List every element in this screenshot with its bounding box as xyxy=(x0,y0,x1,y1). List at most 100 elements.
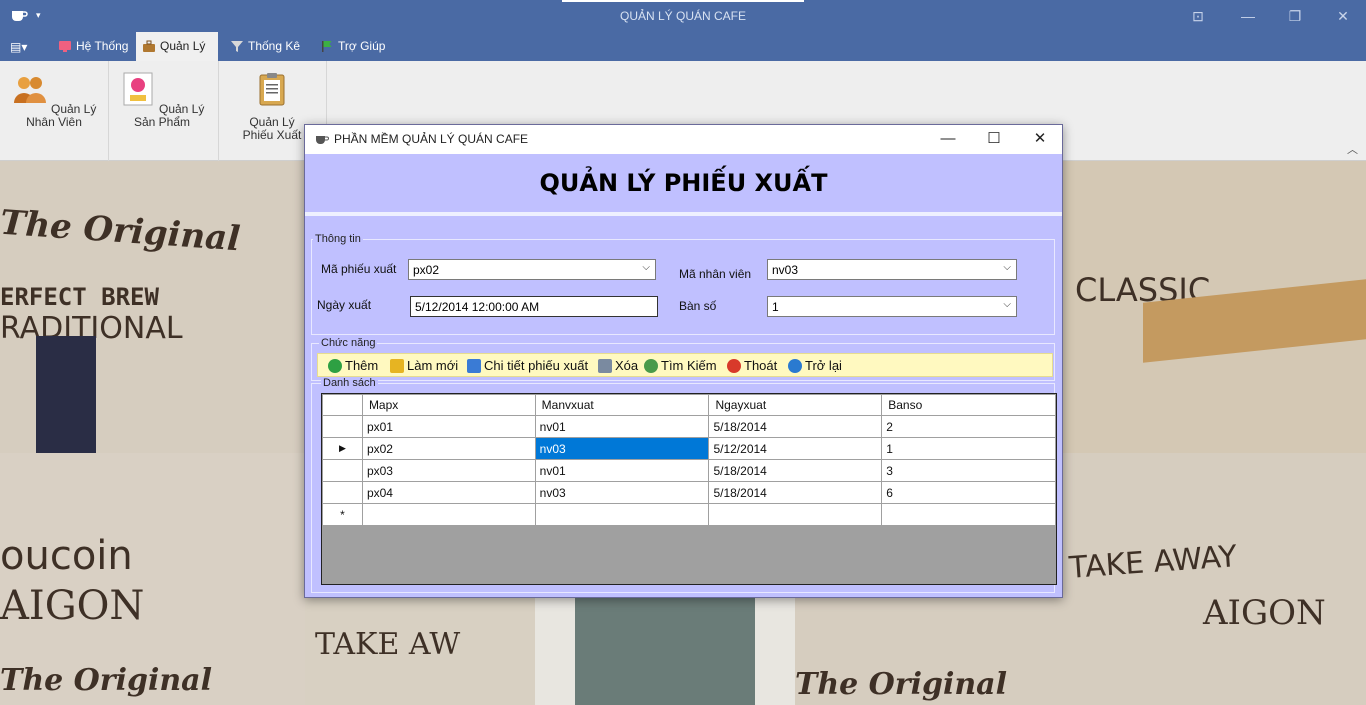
background-text: oucoin xyxy=(0,533,133,579)
background-tile xyxy=(535,597,795,705)
background-tile: The Original ERFECT BREW RADITIONAL xyxy=(0,161,305,453)
tim-kiem-button[interactable]: Tìm Kiếm xyxy=(644,358,717,374)
products-icon xyxy=(123,72,153,106)
cell-ngayxuat[interactable]: 5/18/2014 xyxy=(708,459,883,482)
row-header[interactable] xyxy=(322,415,363,438)
cell-banso[interactable]: 1 xyxy=(881,437,1056,460)
new-row[interactable]: * xyxy=(322,503,1056,526)
combobox-value: 1 xyxy=(772,300,779,314)
cell-mapx[interactable]: px04 xyxy=(361,481,536,504)
list-group-legend: Danh sách xyxy=(321,377,378,389)
background-text: The Original xyxy=(0,663,213,698)
minimize-button[interactable]: — xyxy=(1238,6,1258,26)
ban-so-combobox[interactable]: 1 ⌵ xyxy=(767,296,1017,317)
phieu-xuat-grid[interactable]: Mapx Manvxuat Ngayxuat Banso px01 nv01 5… xyxy=(321,393,1057,585)
row-header[interactable] xyxy=(322,481,363,504)
column-header-ngayxuat[interactable]: Ngayxuat xyxy=(708,394,883,416)
tro-lai-button[interactable]: Trở lại xyxy=(788,358,842,374)
cell-manvxuat[interactable]: nv01 xyxy=(534,459,710,482)
dialog-maximize-button[interactable]: ☐ xyxy=(983,129,1005,149)
cell-manvxuat[interactable]: nv03 xyxy=(534,481,710,504)
table-row[interactable]: px01 nv01 5/18/2014 2 xyxy=(322,415,1056,438)
background-text: ERFECT BREW xyxy=(0,283,159,311)
cell-banso[interactable]: 3 xyxy=(881,459,1056,482)
row-header[interactable] xyxy=(322,459,363,482)
quan-ly-nhan-vien-button[interactable]: Quản Lý Nhân Viên xyxy=(4,67,104,129)
chevron-down-icon[interactable]: ⌵ xyxy=(1003,262,1011,273)
new-cell-ngayxuat[interactable] xyxy=(708,503,883,526)
quan-ly-san-pham-button[interactable]: Quản Lý Sản Phẩm xyxy=(112,67,212,129)
combobox-value: nv03 xyxy=(772,263,799,277)
new-cell-banso[interactable] xyxy=(881,503,1056,526)
close-button[interactable]: ✕ xyxy=(1333,6,1353,26)
cell-ngayxuat[interactable]: 5/18/2014 xyxy=(708,415,883,438)
table-row[interactable]: ▶ px02 nv03 5/12/2014 1 xyxy=(322,437,1056,460)
background-text: TAKE AW xyxy=(315,627,461,662)
undo-icon xyxy=(788,359,802,373)
ma-phieu-xuat-label: Mã phiếu xuất xyxy=(321,262,397,276)
new-row-indicator-icon[interactable]: * xyxy=(322,503,363,526)
ribbon-display-button[interactable]: ⊡ xyxy=(1188,6,1208,26)
exit-icon xyxy=(727,359,741,373)
them-button[interactable]: Thêm xyxy=(328,358,378,374)
xoa-button[interactable]: Xóa xyxy=(598,358,638,374)
chevron-down-icon[interactable]: ⌵ xyxy=(1003,299,1011,310)
function-toolbar: Thêm Làm mới Chi tiết phiếu xuất Xóa Tìm… xyxy=(317,353,1053,377)
current-row-indicator-icon[interactable]: ▶ xyxy=(322,437,363,460)
dialog-heading: QUẢN LÝ PHIẾU XUẤT xyxy=(539,169,828,197)
ngay-xuat-field[interactable]: 5/12/2014 12:00:00 AM xyxy=(410,296,658,317)
phieu-xuat-dialog: PHẦN MỀM QUẢN LÝ QUÁN CAFE — ☐ ✕ QUẢN LÝ… xyxy=(304,124,1063,598)
combobox-value: px02 xyxy=(413,263,440,277)
cell-banso[interactable]: 6 xyxy=(881,481,1056,504)
column-header-banso[interactable]: Banso xyxy=(881,394,1056,416)
cell-mapx[interactable]: px02 xyxy=(361,437,536,460)
field-value: 5/12/2014 12:00:00 AM xyxy=(415,300,540,314)
cell-ngayxuat[interactable]: 5/18/2014 xyxy=(708,481,883,504)
users-icon xyxy=(13,77,46,103)
collapse-ribbon-button[interactable]: ︿ xyxy=(1347,141,1358,157)
background-tile: The Original xyxy=(795,597,1063,705)
table-row[interactable]: px04 nv03 5/18/2014 6 xyxy=(322,481,1056,504)
application-menu-button[interactable]: ▤▾ xyxy=(10,40,27,54)
counter-shape xyxy=(575,597,755,705)
thoat-button[interactable]: Thoát xyxy=(727,358,777,374)
tab-label: Trợ Giúp xyxy=(338,39,386,53)
column-header-manvxuat[interactable]: Manvxuat xyxy=(534,394,710,416)
add-icon xyxy=(328,359,342,373)
cell-ngayxuat[interactable]: 5/12/2014 xyxy=(708,437,883,460)
table-row[interactable]: px03 nv01 5/18/2014 3 xyxy=(322,459,1056,482)
restore-button[interactable]: ❐ xyxy=(1285,6,1305,26)
background-tile: TAKE AWAY AIGON xyxy=(1063,453,1366,705)
cell-manvxuat-selected[interactable]: nv03 xyxy=(534,437,710,460)
dialog-close-button[interactable]: ✕ xyxy=(1029,129,1051,149)
tab-label: Quản Lý xyxy=(160,39,206,53)
lam-moi-button[interactable]: Làm mới xyxy=(390,358,458,374)
tab-quan-ly[interactable]: Quản Lý xyxy=(136,32,218,61)
button-label: Làm mới xyxy=(407,358,459,373)
dialog-minimize-button[interactable]: — xyxy=(937,129,959,149)
ban-so-label: Bàn số xyxy=(679,299,717,313)
cell-banso[interactable]: 2 xyxy=(881,415,1056,438)
tab-he-thong[interactable]: Hệ Thống xyxy=(52,32,134,61)
chevron-down-icon[interactable]: ⌵ xyxy=(642,262,650,273)
cell-mapx[interactable]: px03 xyxy=(361,459,536,482)
ma-phieu-xuat-combobox[interactable]: px02 ⌵ xyxy=(408,259,656,280)
tab-tro-giup[interactable]: Trợ Giúp xyxy=(314,32,396,61)
cell-manvxuat[interactable]: nv01 xyxy=(534,415,710,438)
cell-mapx[interactable]: px01 xyxy=(361,415,536,438)
briefcase-icon xyxy=(143,40,155,52)
info-group-legend: Thông tin xyxy=(313,233,363,245)
tab-thong-ke[interactable]: Thống Kê xyxy=(224,32,306,61)
data-table: Mapx Manvxuat Ngayxuat Banso px01 nv01 5… xyxy=(322,394,1056,526)
window-title: QUẢN LÝ QUÁN CAFE xyxy=(619,9,747,23)
row-header-corner xyxy=(322,394,363,416)
ribbon-tab-bar: ▤▾ Hệ Thống Quản Lý Thống Kê Trợ Giúp xyxy=(0,32,1366,61)
tab-label: Hệ Thống xyxy=(76,39,129,53)
new-cell-manvxuat[interactable] xyxy=(534,503,710,526)
column-header-mapx[interactable]: Mapx xyxy=(361,394,536,416)
chi-tiet-phieu-xuat-button[interactable]: Chi tiết phiếu xuất xyxy=(467,358,588,374)
ma-nhan-vien-combobox[interactable]: nv03 ⌵ xyxy=(767,259,1017,280)
background-tile: CLASSIC xyxy=(1063,161,1366,453)
button-label: Thêm xyxy=(345,358,379,373)
new-cell-mapx[interactable] xyxy=(361,503,536,526)
